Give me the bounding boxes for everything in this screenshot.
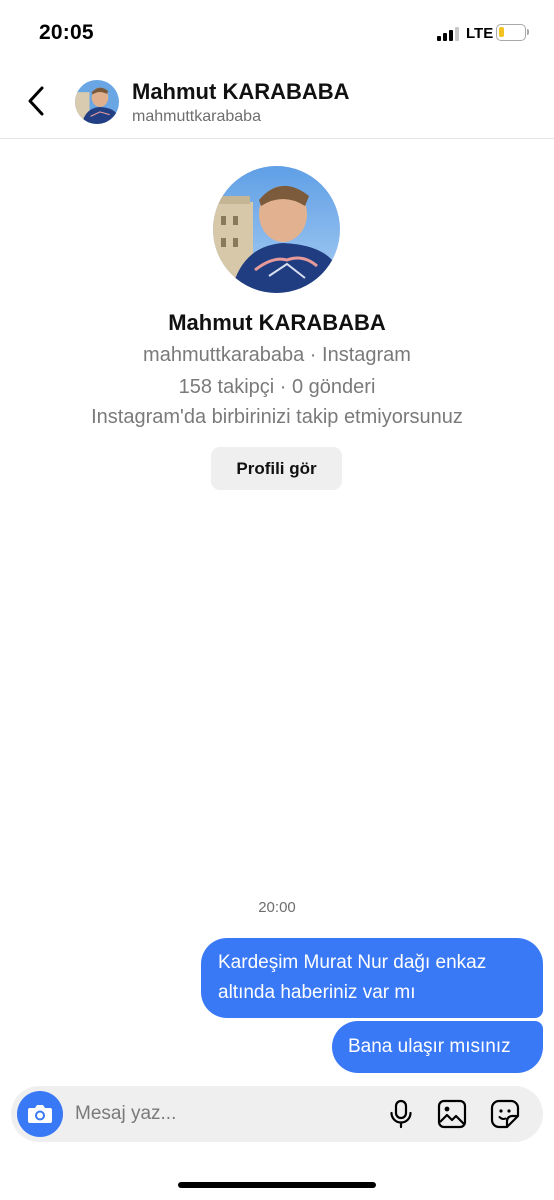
battery-cap [527, 29, 529, 35]
microphone-button[interactable] [385, 1098, 417, 1130]
gallery-button[interactable] [436, 1098, 468, 1130]
status-bar: 20:05 LTE [0, 0, 554, 62]
battery-level [499, 27, 504, 37]
home-indicator[interactable] [178, 1182, 376, 1188]
header-avatar[interactable] [75, 80, 119, 124]
camera-button[interactable] [17, 1091, 63, 1137]
battery-icon [496, 24, 526, 41]
follow-status: Instagram'da birbirinizi takip etmiyorsu… [91, 406, 463, 428]
profile-avatar[interactable] [213, 166, 340, 293]
gallery-icon [437, 1099, 467, 1129]
back-button[interactable] [22, 84, 52, 118]
message-timestamp: 20:00 [258, 899, 296, 916]
message-input[interactable] [75, 1099, 365, 1129]
camera-icon [28, 1105, 52, 1123]
avatar-photo [213, 166, 340, 293]
sticker-button[interactable] [489, 1098, 521, 1130]
sticker-icon [490, 1099, 520, 1129]
network-label: LTE [466, 25, 494, 42]
header-name[interactable]: Mahmut KARABABA [132, 79, 350, 105]
profile-source: mahmuttkarababa · Instagram [143, 344, 411, 366]
chevron-left-icon [28, 86, 44, 116]
message-bubble[interactable]: Bana ulaşır mısınız [332, 1021, 543, 1073]
message-composer [11, 1086, 543, 1142]
avatar-photo [75, 80, 119, 124]
profile-stats: 158 takipçi · 0 gönderi [178, 376, 376, 398]
microphone-icon [390, 1099, 412, 1129]
profile-name: Mahmut KARABABA [168, 310, 386, 335]
status-time: 20:05 [39, 21, 94, 44]
message-bubble[interactable]: Kardeşim Murat Nur dağı enkaz altında ha… [201, 938, 543, 1018]
chat-header: Mahmut KARABABA mahmuttkarababa [0, 62, 554, 139]
header-username: mahmuttkarababa [132, 108, 261, 125]
signal-icon [437, 27, 459, 41]
view-profile-button[interactable]: Profili gör [211, 447, 342, 490]
